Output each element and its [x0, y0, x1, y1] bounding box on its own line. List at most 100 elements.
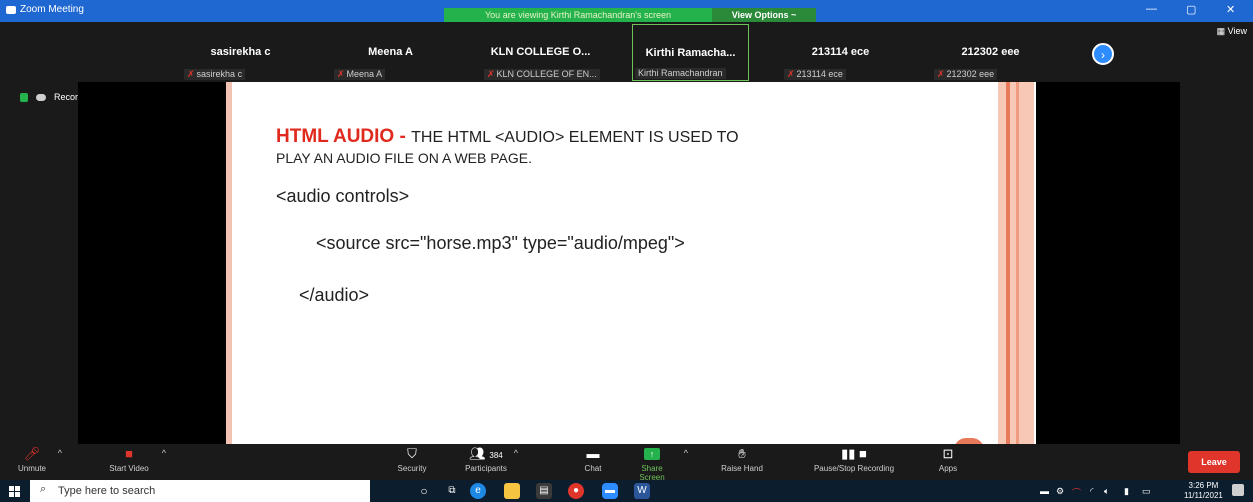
pause-stop-icon: ▮▮ ■ — [841, 446, 867, 461]
participant-label-text: 212302 eee — [946, 69, 995, 79]
unmute-button[interactable]: 🎤︎ Unmute ^ — [14, 446, 62, 473]
file-explorer-icon[interactable] — [504, 483, 520, 499]
word-icon[interactable]: W — [634, 483, 650, 499]
apps-label: Apps — [938, 464, 958, 473]
security-shield-icon — [20, 92, 28, 102]
apps-button[interactable]: ⊡ Apps — [936, 446, 960, 473]
viewing-banner: You are viewing Kirthi Ramachandran's sc… — [444, 8, 712, 22]
zoom-logo-icon — [6, 5, 16, 14]
window-title-text: Zoom Meeting — [20, 4, 84, 15]
participant-label: ✗ Meena A — [334, 69, 386, 80]
view-button[interactable]: ▦ View — [1217, 26, 1247, 37]
participant-label-text: Kirthi Ramachandran — [638, 68, 723, 78]
participant-name: 213114 ece — [811, 46, 870, 58]
raise-hand-label: Raise Hand — [721, 464, 763, 473]
mic-muted-icon: ✗ — [937, 69, 945, 79]
view-button-label: View — [1227, 26, 1247, 36]
taskbar-search[interactable]: ⌕ Type here to search — [30, 480, 370, 502]
hand-icon: ✋︎ — [738, 446, 746, 461]
participants-icon: 👥︎ 384 — [469, 446, 503, 461]
participants-button[interactable]: 👥︎ 384 Participants ^ — [458, 446, 518, 473]
participant-label-text: Meena A — [346, 69, 383, 79]
slide-code-line: <source src="horse.mp3" type="audio/mpeg… — [316, 233, 685, 253]
participants-label: Participants — [465, 464, 507, 473]
chat-icon: ▬ — [586, 446, 600, 461]
pause-stop-recording-button[interactable]: ▮▮ ■ Pause/Stop Recording — [796, 446, 912, 473]
participant-tile[interactable]: 212302 eee ✗ 212302 eee — [932, 24, 1049, 81]
tray-volume-icon[interactable]: 🔈︎ — [1104, 486, 1109, 497]
slide-code-line: </audio> — [299, 285, 370, 305]
participant-name: Kirthi Ramacha... — [645, 47, 736, 59]
slide-code-line: <audio controls> — [276, 186, 410, 206]
start-video-button[interactable]: ■ Start Video ^ — [104, 446, 166, 473]
close-button[interactable]: ✕ — [1226, 3, 1235, 16]
participant-label: ✗ sasirekha c — [184, 69, 246, 80]
participant-tile[interactable]: Meena A ✗ Meena A — [332, 24, 449, 81]
tray-battery-icon[interactable]: ▭ — [1142, 486, 1151, 497]
slide-heading-text: THE HTML <AUDIO> ELEMENT IS USED TO — [411, 129, 739, 146]
chat-button[interactable]: ▬ Chat — [578, 446, 608, 473]
participant-name: KLN COLLEGE O... — [490, 46, 591, 58]
minimize-button[interactable]: — — [1146, 3, 1157, 15]
cortana-icon[interactable]: ○ — [416, 483, 432, 499]
recording-cloud-icon — [36, 93, 46, 101]
tray-zoom-icon[interactable]: ▬ — [1040, 486, 1049, 496]
leave-button[interactable]: Leave — [1188, 451, 1240, 473]
mic-off-icon: 🎤︎ — [23, 446, 41, 461]
tray-mic-icon[interactable]: ▮ — [1124, 486, 1129, 497]
mic-muted-icon: ✗ — [187, 69, 195, 79]
raise-hand-button[interactable]: ✋︎ Raise Hand — [720, 446, 764, 473]
share-screen-icon: ↑ — [644, 448, 660, 460]
participant-tile[interactable]: 213114 ece ✗ 213114 ece — [782, 24, 899, 81]
taskbar-clock[interactable]: 3:26 PM 11/11/2021 — [1184, 481, 1223, 501]
participant-label-text: KLN COLLEGE OF EN... — [496, 69, 597, 79]
edge-icon[interactable]: e — [470, 483, 486, 499]
participant-label-text: 213114 ece — [796, 69, 843, 79]
task-view-icon[interactable]: ⧉ — [444, 483, 460, 499]
start-video-label: Start Video — [109, 464, 149, 473]
chevron-up-icon[interactable]: ^ — [514, 448, 518, 458]
participant-name: sasirekha c — [210, 46, 271, 58]
notification-center-icon[interactable] — [1232, 484, 1244, 496]
unmute-label: Unmute — [17, 464, 46, 473]
tray-network-app-icon[interactable]: ⚙ — [1056, 486, 1064, 497]
chevron-up-icon[interactable]: ^ — [58, 448, 62, 458]
chevron-up-icon[interactable]: ^ — [162, 448, 166, 458]
participant-label: ✗ KLN COLLEGE OF EN... — [484, 69, 600, 80]
clock-date: 11/11/2021 — [1184, 491, 1223, 500]
store-icon[interactable]: ▤ — [536, 483, 552, 499]
slide-left-border — [226, 82, 232, 444]
zoom-app-icon[interactable]: ▬ — [602, 483, 618, 499]
tray-wifi-icon[interactable]: ◜ — [1090, 486, 1094, 497]
participant-tile[interactable]: KLN COLLEGE O... ✗ KLN COLLEGE OF EN... — [482, 24, 600, 81]
tray-app-icon[interactable]: ⌒ — [1072, 486, 1081, 499]
mic-muted-icon: ✗ — [487, 69, 495, 79]
view-options-button[interactable]: View Options ~ — [712, 8, 816, 22]
participant-name: Meena A — [368, 46, 413, 58]
participant-tile-active[interactable]: Kirthi Ramacha... Kirthi Ramachandran — [632, 24, 749, 81]
participants-count: 384 — [489, 451, 503, 460]
slide-right-stripe — [1006, 82, 1010, 444]
participant-name: 212302 eee — [961, 46, 1020, 58]
slide-right-stripe — [1016, 82, 1019, 444]
share-screen-button[interactable]: ↑ Share Screen ^ — [630, 446, 688, 482]
participant-label-text: sasirekha c — [196, 69, 243, 79]
restore-button[interactable]: ▢ — [1186, 3, 1196, 16]
mic-muted-icon: ✗ — [337, 69, 345, 79]
pause-recording-label: Pause/Stop Recording — [813, 464, 895, 473]
shield-icon: ⛉ — [407, 446, 417, 461]
participant-label: ✗ 212302 eee — [934, 69, 998, 80]
next-page-arrow-icon[interactable]: › — [1092, 43, 1114, 65]
windows-start-icon[interactable] — [9, 486, 21, 497]
participant-label: Kirthi Ramachandran — [635, 68, 726, 79]
slide-subline: PLAY AN AUDIO FILE ON A WEB PAGE. — [276, 150, 532, 166]
security-button[interactable]: ⛉ Security — [394, 446, 430, 473]
participant-tile[interactable]: sasirekha c ✗ sasirekha c — [182, 24, 299, 81]
security-label: Security — [397, 464, 427, 473]
window-title: Zoom Meeting — [6, 4, 84, 15]
slide-heading-keyword: HTML AUDIO - — [276, 126, 412, 147]
video-off-icon: ■ — [125, 446, 133, 461]
chevron-up-icon[interactable]: ^ — [684, 448, 688, 458]
search-icon: ⌕ — [40, 483, 47, 495]
chrome-icon[interactable]: ● — [568, 483, 584, 499]
